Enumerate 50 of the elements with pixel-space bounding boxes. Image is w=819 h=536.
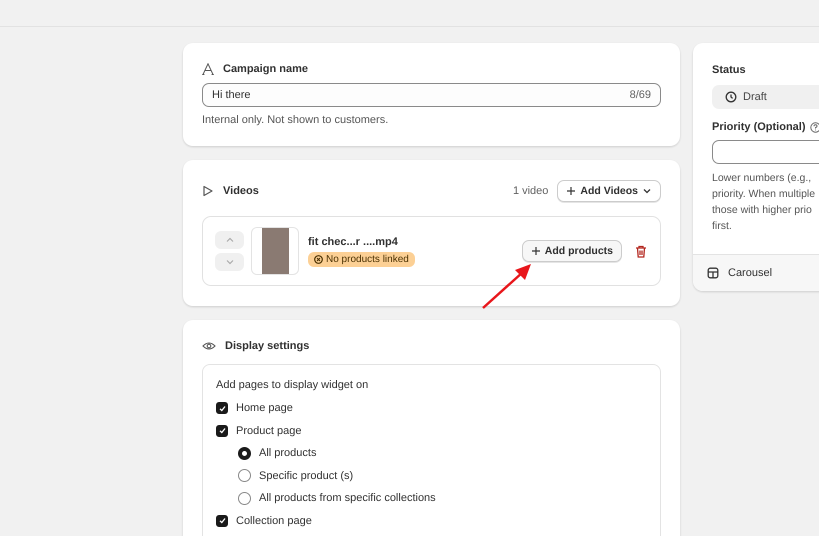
chevron-down-icon xyxy=(642,186,652,196)
clock-icon xyxy=(725,91,737,103)
text-icon xyxy=(202,63,214,75)
section-title: Display settings xyxy=(225,340,310,352)
character-counter: 8/69 xyxy=(630,89,651,101)
help-text-line: priority. When multiple xyxy=(712,187,816,202)
eye-icon xyxy=(202,341,216,351)
field-value: Hi there xyxy=(212,89,251,101)
priority-label: Priority (Optional) xyxy=(712,121,806,133)
add-videos-button[interactable]: Add Videos xyxy=(557,180,661,202)
trash-icon[interactable] xyxy=(635,244,647,258)
status-field[interactable]: Draft xyxy=(712,85,819,109)
radio-button[interactable] xyxy=(238,492,251,505)
radio-button[interactable] xyxy=(238,469,251,482)
campaign-name-field[interactable]: Hi there 8/69 xyxy=(202,83,661,107)
checkbox[interactable] xyxy=(216,424,228,437)
plus-icon xyxy=(566,186,576,196)
radio-label: Specific product (s) xyxy=(259,470,354,482)
help-icon[interactable] xyxy=(810,122,819,132)
checkbox[interactable] xyxy=(216,402,228,414)
plus-icon xyxy=(530,246,541,256)
photo-placeholder xyxy=(262,228,288,274)
help-text: Internal only. Not shown to customers. xyxy=(202,114,390,126)
chevron-down-icon xyxy=(224,257,234,267)
help-text-line: those with higher prio xyxy=(712,203,813,218)
help-text-line: Lower numbers (e.g., xyxy=(712,171,812,186)
layout-icon xyxy=(707,267,719,279)
radio-button[interactable] xyxy=(238,446,251,460)
radio-label: All products from specific collections xyxy=(259,492,436,504)
cross-circle-icon xyxy=(314,254,323,264)
checkbox[interactable] xyxy=(216,514,228,527)
section-title: Videos xyxy=(223,185,259,197)
video-filename: fit chec...r ....mp4 xyxy=(308,236,398,248)
help-text-line: first. xyxy=(712,219,733,234)
checkmark-icon xyxy=(218,404,226,413)
radio-label: All products xyxy=(259,447,316,460)
priority-input[interactable] xyxy=(712,140,819,164)
checkbox-label: Product page xyxy=(236,424,302,437)
add-products-button[interactable]: Add products xyxy=(522,240,622,262)
checkmark-icon xyxy=(218,516,226,526)
checkbox-label: Collection page xyxy=(236,514,312,527)
status-badge: No products linked xyxy=(308,252,415,266)
checkbox-label: Home page xyxy=(236,402,293,414)
layout-name: Carousel xyxy=(728,267,772,279)
status-label: Status xyxy=(712,64,747,76)
play-icon xyxy=(202,185,214,197)
panel-label: Add pages to display widget on xyxy=(216,379,370,391)
video-count: 1 video xyxy=(512,185,548,197)
section-title: Campaign name xyxy=(223,63,308,75)
checkmark-icon xyxy=(218,426,226,436)
